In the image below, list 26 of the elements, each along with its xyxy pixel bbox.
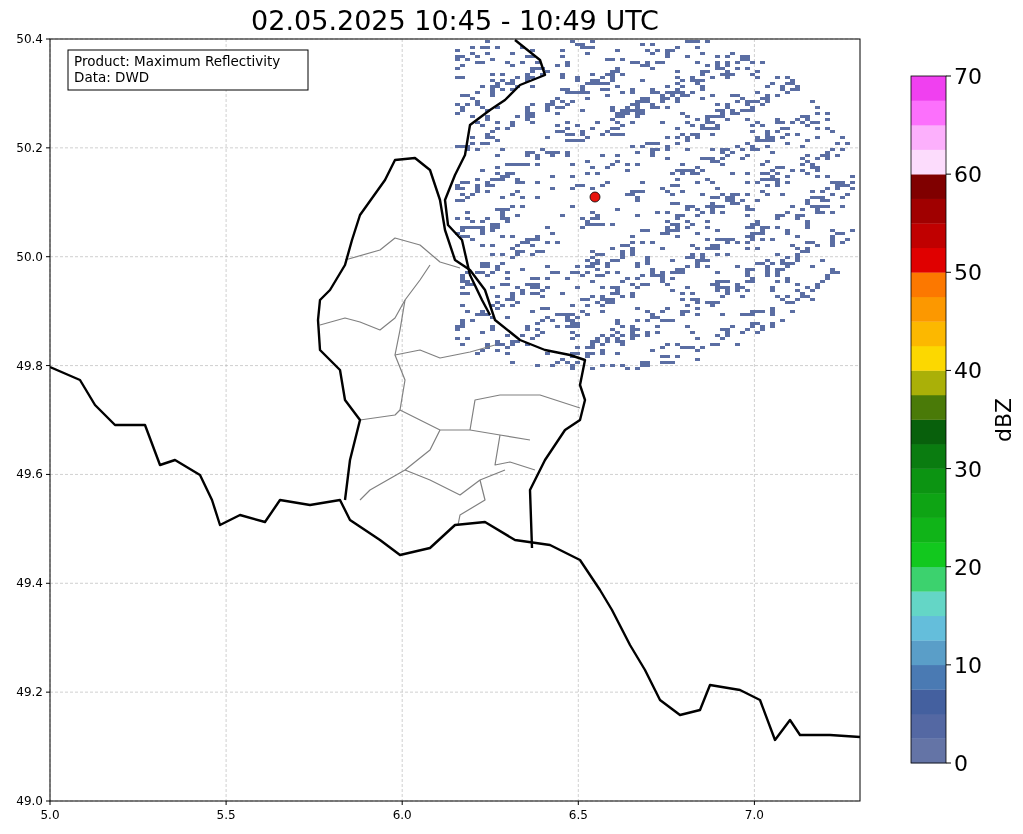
x-tick-label: 6.0: [392, 808, 412, 822]
y-tick-label: 49.6: [16, 467, 43, 482]
y-tick-label: 49.8: [16, 358, 43, 373]
y-tick-label: 49.0: [16, 794, 43, 808]
x-tick-label: 6.5: [568, 808, 588, 822]
x-tick-label: 7.0: [744, 808, 764, 822]
y-tick-label: 49.2: [16, 685, 43, 700]
legend-text: Product: Maximum Reflectivity: [74, 53, 281, 69]
radar-site-marker: [589, 191, 601, 203]
colorbar-tick-label: 10: [954, 652, 982, 678]
colorbar-tick-label: 70: [954, 64, 982, 89]
colorbar-tick-label: 50: [954, 260, 982, 286]
colorbar-tick-label: 40: [954, 358, 982, 384]
legend-text: Data: DWD: [74, 69, 150, 85]
y-tick-label: 49.4: [16, 576, 43, 591]
colorbar-tick-label: 0: [954, 751, 968, 776]
colorbar-label: dBZ: [991, 397, 1016, 443]
colorbar-tick-label: 60: [954, 162, 982, 188]
chart-title: 02.05.2025 10:45 - 10:49 UTC: [251, 5, 659, 36]
x-tick-label: 5.0: [40, 808, 60, 822]
y-tick-label: 50.4: [16, 32, 43, 46]
y-tick-label: 50.0: [16, 249, 43, 264]
colorbar-tick-label: 20: [954, 554, 982, 580]
x-tick-label: 5.5: [216, 808, 236, 822]
colorbar-tick-label: 30: [954, 456, 982, 482]
y-tick-label: 50.2: [16, 140, 43, 155]
